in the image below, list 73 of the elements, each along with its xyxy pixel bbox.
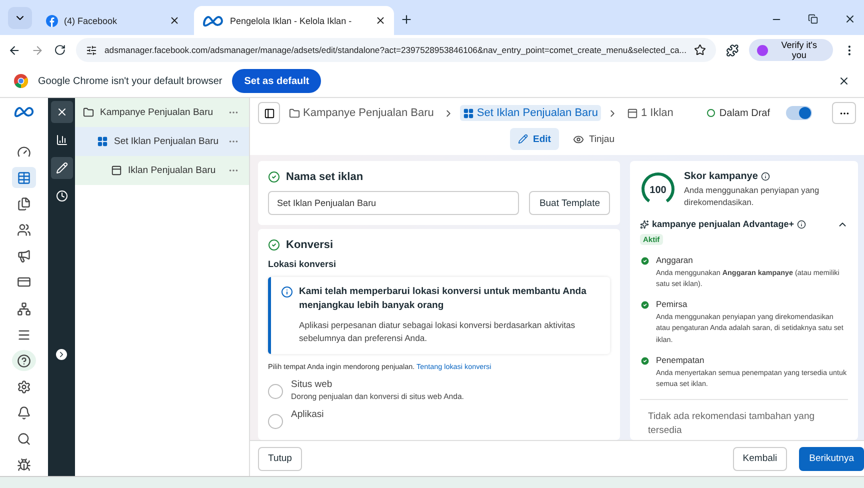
notice-text: Aplikasi perpesanan diatur sebagai lokasi konversi berdasarkan aktivitas sebelumnya dan preferensi Anda.	[299, 318, 576, 346]
score-description: Anda menggunakan penyiapan yang direkomendasikan.	[684, 184, 820, 209]
option-label: Aplikasi	[291, 409, 324, 420]
bookmark-icon[interactable]	[694, 44, 706, 56]
radio-button[interactable]	[268, 414, 283, 430]
breadcrumb-item[interactable]: 1 Iklan	[624, 105, 676, 121]
info-icon	[760, 172, 770, 181]
facebook-icon	[46, 14, 58, 26]
folder-icon	[289, 108, 300, 118]
toggle-switch[interactable]	[786, 106, 812, 120]
sidebar-icon	[264, 108, 274, 118]
check-title: Pemirsa	[656, 299, 688, 310]
help-icon[interactable]	[12, 350, 36, 372]
close-icon[interactable]	[844, 13, 856, 25]
mode-tab[interactable]: Tinjau	[564, 128, 622, 150]
infobar-message: Google Chrome isn't your default browser	[38, 76, 222, 86]
notice-title: Kami telah memperbarui lokasi konversi untuk membantu Anda menjangkau lebih banyak orang	[299, 285, 588, 313]
ad-icon	[626, 108, 638, 118]
meta-logo-icon	[13, 106, 35, 118]
check-title: Penempatan	[656, 354, 706, 365]
score-title: Skor kampanye	[684, 171, 848, 182]
eye-icon	[572, 134, 584, 144]
back-icon[interactable]	[8, 44, 21, 56]
folder-icon	[83, 107, 94, 118]
next-button[interactable]: Berikutnya	[799, 446, 864, 470]
pencil-icon	[518, 134, 528, 144]
forward-icon[interactable]	[30, 44, 44, 56]
panel-toggle-button[interactable]	[258, 102, 280, 124]
info-icon	[796, 220, 806, 229]
ad-icon	[111, 165, 122, 176]
ad-set-name-field[interactable]: Set Iklan Penjualan Baru	[268, 191, 520, 215]
close-icon[interactable]	[50, 101, 72, 123]
tree-item[interactable]: Kampanye Penjualan Baru	[75, 98, 249, 127]
close-icon[interactable]	[838, 75, 850, 87]
option-label: Situs web	[291, 379, 334, 390]
close-icon[interactable]	[375, 15, 386, 26]
recommendation-note: Tidak ada rekomendasi tambahan yang tersedia	[640, 398, 848, 438]
browser-tab[interactable]: (4) Facebook	[38, 6, 188, 35]
back-button[interactable]: Kembali	[732, 446, 788, 470]
address-bar[interactable]: adsmanager.facebook.com/adsmanager/manage/adsets/edit/standalone?act=2397528953846106&nav_entry_point=comet_create_menu&selected_ca...	[76, 38, 716, 62]
tree-item[interactable]: Set Iklan Penjualan Baru	[75, 127, 249, 156]
grid-icon	[462, 108, 474, 118]
breadcrumb-item[interactable]: Kampanye Penjualan Baru	[286, 105, 437, 121]
profile-button[interactable]: Verify it's you	[749, 39, 834, 61]
check-icon	[268, 239, 280, 251]
sparkle-icon	[640, 220, 649, 229]
meta-logo-icon	[202, 14, 224, 26]
pencil-icon[interactable]	[50, 157, 72, 179]
section-title: Konversi	[286, 239, 334, 251]
close-button[interactable]: Tutup	[258, 446, 302, 470]
breadcrumb-item[interactable]: Set Iklan Penjualan Baru	[460, 105, 601, 121]
set-default-button[interactable]: Set as default	[232, 69, 322, 93]
reload-icon[interactable]	[54, 44, 66, 56]
radio-button[interactable]	[268, 384, 283, 400]
section-title: Nama set iklan	[286, 171, 364, 183]
extensions-icon[interactable]	[726, 44, 740, 56]
create-template-button[interactable]: Buat Template	[529, 191, 610, 215]
check-icon	[268, 171, 280, 183]
close-icon[interactable]	[169, 15, 180, 26]
mode-tab[interactable]: Edit	[510, 128, 559, 150]
grid-icon	[97, 136, 108, 147]
site-settings-icon[interactable]	[86, 44, 97, 56]
subsection-title: Lokasi konversi	[268, 259, 338, 269]
table-icon[interactable]	[12, 167, 36, 188]
restore-icon[interactable]	[808, 14, 818, 24]
info-icon	[281, 286, 293, 298]
draft-status: Dalam Draf	[707, 108, 770, 118]
new-tab-icon[interactable]	[400, 13, 413, 26]
tree-item[interactable]: Iklan Penjualan Baru	[75, 156, 249, 185]
check-title: Anggaran	[656, 254, 694, 265]
advantage-title: kampanye penjualan Advantage+	[652, 219, 794, 230]
chrome-logo-icon	[14, 74, 28, 88]
browser-tab[interactable]: Pengelola Iklan - Kelola Iklan -	[194, 6, 394, 35]
